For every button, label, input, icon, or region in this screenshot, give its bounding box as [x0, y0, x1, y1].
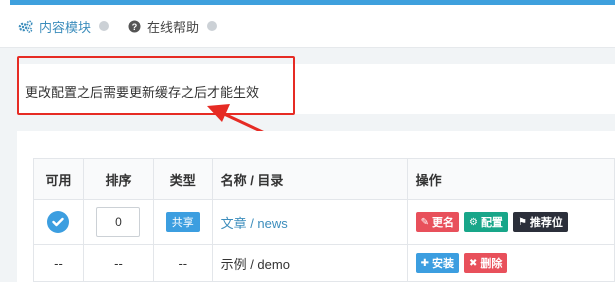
rename-button[interactable]: ✎ 更名: [415, 212, 459, 232]
install-button[interactable]: ✚ 安装: [415, 253, 459, 273]
tab-online-help[interactable]: ? 在线帮助: [128, 5, 218, 47]
question-circle-icon: ?: [128, 20, 141, 33]
header-ops: 操作: [406, 158, 615, 200]
enabled-check-icon[interactable]: [47, 211, 70, 233]
module-table: 可用 排序 类型 名称 / 目录 操作 共享 文章 / news ✎更名⚙配置⚑…: [33, 158, 615, 282]
tab-bar: 内容模块 ? 在线帮助: [0, 5, 615, 48]
module-name-link[interactable]: 文章 / news: [221, 216, 288, 231]
table-row: 共享 文章 / news ✎更名⚙配置⚑推荐位: [33, 199, 615, 245]
close-icon: ✖: [468, 257, 478, 269]
tab-dot-indicator: [99, 21, 110, 31]
tab-content-modules-label: 内容模块: [39, 19, 92, 35]
gear-icon: ⚙: [468, 216, 478, 228]
delete-button-label: 删除: [480, 258, 503, 270]
plus-icon: ✚: [420, 257, 429, 269]
table-row: -- -- -- 示例 / demo ✚ 安装 ✖ 删除: [33, 244, 615, 282]
cell-ops: ✎ 更名 ⚙ 配置 ⚑ 推荐位: [406, 199, 615, 245]
rename-button-label: 更名: [431, 217, 454, 229]
flag-icon: ⚑: [517, 216, 527, 228]
tab-content-modules[interactable]: 内容模块: [18, 5, 110, 47]
cell-name: 文章 / news: [211, 199, 408, 245]
recommend-button[interactable]: ⚑ 推荐位: [512, 212, 568, 232]
order-input[interactable]: [96, 207, 141, 237]
highlight-annotation-box: [17, 56, 295, 115]
table-header-row: 可用 排序 类型 名称 / 目录 操作: [33, 158, 615, 200]
type-badge: 共享: [165, 212, 200, 232]
install-button-label: 安装: [431, 258, 454, 270]
cell-name: 示例 / demo: [211, 244, 408, 282]
gears-icon: [18, 19, 33, 33]
cell-enabled: --: [33, 244, 84, 282]
header-name: 名称 / 目录: [211, 158, 408, 200]
recommend-button-label: 推荐位: [529, 217, 563, 229]
cell-order: [82, 199, 154, 245]
delete-button[interactable]: ✖ 删除: [463, 253, 508, 273]
config-button-label: 配置: [480, 217, 503, 229]
cell-enabled: [33, 199, 84, 245]
config-button[interactable]: ⚙ 配置: [463, 212, 508, 232]
cell-ops: ✚ 安装 ✖ 删除: [406, 244, 615, 282]
cell-type: 共享: [152, 199, 213, 245]
header-enabled: 可用: [33, 158, 84, 200]
cell-order: --: [82, 244, 154, 282]
svg-text:?: ?: [132, 22, 138, 32]
tab-dot-indicator: [207, 21, 218, 31]
edit-icon: ✎: [420, 216, 429, 228]
cell-type: --: [152, 244, 213, 282]
header-type: 类型: [152, 158, 213, 200]
header-order: 排序: [82, 158, 154, 200]
tab-online-help-label: 在线帮助: [147, 19, 200, 35]
